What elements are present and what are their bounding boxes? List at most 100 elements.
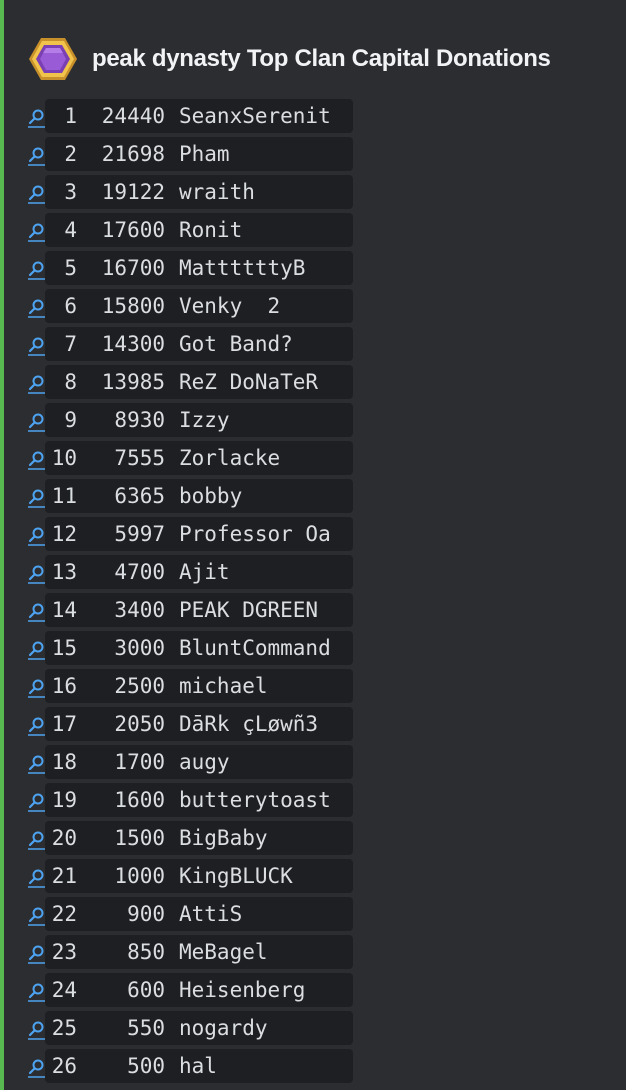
row-code-block: 24 600 Heisenberg (45, 973, 353, 1007)
donation-amount: 4700 (114, 560, 165, 584)
row-code-block: 15 3000 BluntCommand (45, 631, 353, 665)
player-name: BluntCommand (179, 636, 331, 660)
row-code-block: 16 2500 michael (45, 669, 353, 703)
donation-amount: 6365 (114, 484, 165, 508)
player-name: Ajit (179, 560, 230, 584)
player-name: nogardy (179, 1016, 268, 1040)
magnifier-icon[interactable] (26, 524, 46, 548)
magnifier-icon[interactable] (26, 106, 46, 130)
donation-amount: 13985 (101, 370, 165, 394)
donation-amount: 3400 (114, 598, 165, 622)
player-name: PEAK DGREEN (179, 598, 319, 622)
embed-title: peak dynasty Top Clan Capital Donations (92, 45, 551, 72)
donation-amount: 1000 (114, 864, 165, 888)
rank-number: 12 (51, 522, 77, 546)
row-code-block: 12 5997 Professor Oa (45, 517, 353, 551)
row-code-block: 2 21698 Pham (45, 137, 353, 171)
player-name: Ronit (179, 218, 243, 242)
magnifier-icon[interactable] (26, 1056, 46, 1080)
row-code-block: 7 14300 Got Band? (45, 327, 353, 361)
row-code-block: 26 500 hal (45, 1049, 353, 1083)
magnifier-icon[interactable] (26, 828, 46, 852)
player-name: wraith (179, 180, 255, 204)
magnifier-icon[interactable] (26, 144, 46, 168)
magnifier-icon[interactable] (26, 714, 46, 738)
rank-number: 15 (51, 636, 77, 660)
row-code-block: 5 16700 MattttttyB (45, 251, 353, 285)
donation-amount: 7555 (114, 446, 165, 470)
magnifier-icon[interactable] (26, 980, 46, 1004)
player-name: AttiS (179, 902, 243, 926)
player-name: DāRk çLøwñ3 (179, 712, 319, 736)
donation-amount: 550 (127, 1016, 165, 1040)
row-code-block: 13 4700 Ajit (45, 555, 353, 589)
player-name: BigBaby (179, 826, 268, 850)
rank-number: 9 (64, 408, 77, 432)
rank-number: 8 (64, 370, 77, 394)
magnifier-icon[interactable] (26, 1018, 46, 1042)
rank-number: 25 (51, 1016, 77, 1040)
rank-number: 16 (51, 674, 77, 698)
rank-number: 26 (51, 1054, 77, 1078)
magnifier-icon[interactable] (26, 752, 46, 776)
magnifier-icon[interactable] (26, 410, 46, 434)
row-code-block: 18 1700 augy (45, 745, 353, 779)
player-name: hal (179, 1054, 217, 1078)
magnifier-icon[interactable] (26, 676, 46, 700)
magnifier-icon[interactable] (26, 942, 46, 966)
donation-amount: 8930 (114, 408, 165, 432)
embed-author: peak dynasty Top Clan Capital Donations (28, 34, 551, 84)
magnifier-icon[interactable] (26, 182, 46, 206)
row-code-block: 20 1500 BigBaby (45, 821, 353, 855)
rank-number: 5 (64, 256, 77, 280)
magnifier-icon[interactable] (26, 258, 46, 282)
magnifier-icon[interactable] (26, 220, 46, 244)
magnifier-icon[interactable] (26, 904, 46, 928)
donation-amount: 900 (127, 902, 165, 926)
player-name: bobby (179, 484, 243, 508)
row-code-block: 11 6365 bobby (45, 479, 353, 513)
player-name: michael (179, 674, 268, 698)
rank-number: 4 (64, 218, 77, 242)
magnifier-icon[interactable] (26, 486, 46, 510)
row-code-block: 23 850 MeBagel (45, 935, 353, 969)
player-name: MeBagel (179, 940, 268, 964)
rank-number: 1 (64, 104, 77, 128)
row-code-block: 14 3400 PEAK DGREEN (45, 593, 353, 627)
donation-amount: 2050 (114, 712, 165, 736)
row-code-block: 25 550 nogardy (45, 1011, 353, 1045)
magnifier-icon[interactable] (26, 790, 46, 814)
magnifier-icon[interactable] (26, 296, 46, 320)
magnifier-icon[interactable] (26, 562, 46, 586)
rank-number: 23 (51, 940, 77, 964)
rank-number: 17 (51, 712, 77, 736)
player-name: KingBLUCK (179, 864, 293, 888)
player-name: Got Band? (179, 332, 293, 356)
magnifier-icon[interactable] (26, 600, 46, 624)
row-code-block: 10 7555 Zorlacke (45, 441, 353, 475)
magnifier-icon[interactable] (26, 638, 46, 662)
player-name: MattttttyB (179, 256, 306, 280)
donation-amount: 1700 (114, 750, 165, 774)
magnifier-icon[interactable] (26, 334, 46, 358)
player-name: Izzy (179, 408, 230, 432)
player-name: Heisenberg (179, 978, 306, 1002)
magnifier-icon[interactable] (26, 372, 46, 396)
donation-amount: 15800 (101, 294, 165, 318)
leaderboard-embed: peak dynasty Top Clan Capital Donations … (4, 0, 626, 1090)
row-code-block: 19 1600 butterytoast (45, 783, 353, 817)
donation-amount: 1500 (114, 826, 165, 850)
row-code-block: 21 1000 KingBLUCK (45, 859, 353, 893)
rank-number: 19 (51, 788, 77, 812)
rank-number: 10 (51, 446, 77, 470)
magnifier-icon[interactable] (26, 866, 46, 890)
row-code-block: 8 13985 ReZ DoNaTeR (45, 365, 353, 399)
rank-number: 7 (64, 332, 77, 356)
magnifier-icon[interactable] (26, 448, 46, 472)
rank-number: 14 (51, 598, 77, 622)
row-code-block: 9 8930 Izzy (45, 403, 353, 437)
player-name: Pham (179, 142, 230, 166)
donation-amount: 3000 (114, 636, 165, 660)
row-code-block: 22 900 AttiS (45, 897, 353, 931)
donation-amount: 5997 (114, 522, 165, 546)
